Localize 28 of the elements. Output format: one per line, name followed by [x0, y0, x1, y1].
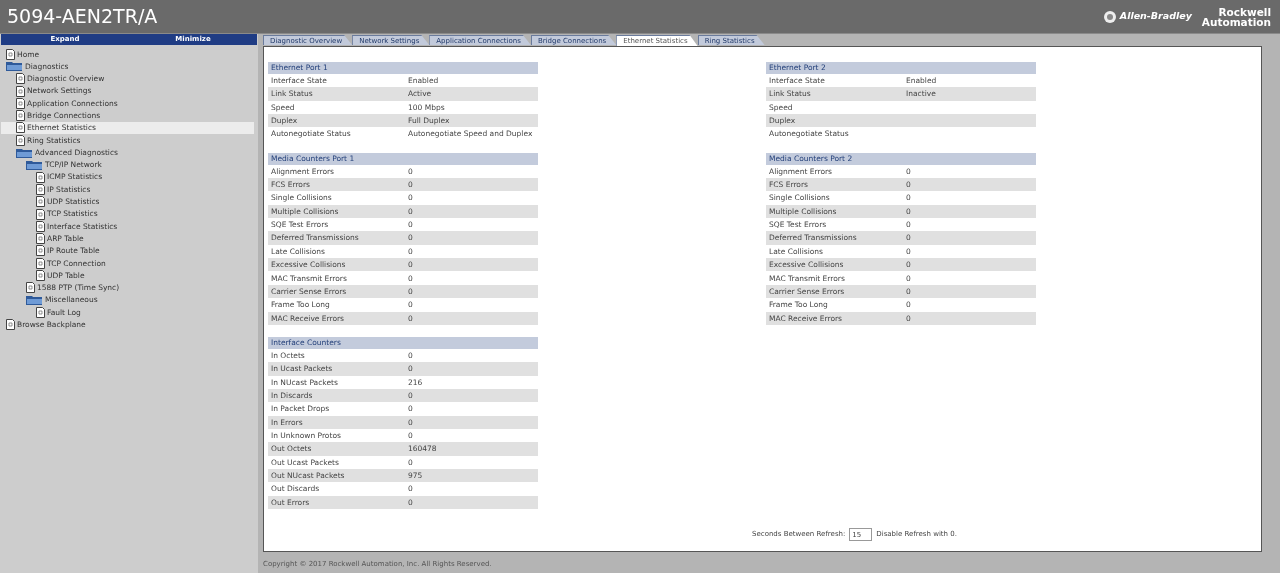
document-icon	[6, 48, 15, 60]
logo-icon	[1103, 10, 1116, 23]
brand-name: Automation	[1201, 16, 1271, 27]
document-icon	[36, 196, 45, 208]
document-icon	[36, 233, 45, 245]
folder-icon	[16, 147, 33, 158]
document-icon	[16, 85, 25, 97]
document-icon	[6, 319, 15, 331]
document-icon	[36, 220, 45, 232]
document-icon	[36, 208, 45, 220]
document-icon	[16, 122, 25, 134]
document-icon	[16, 97, 25, 109]
document-icon	[16, 73, 25, 85]
document-icon	[16, 110, 25, 122]
document-icon	[36, 306, 45, 318]
device-title: 5094-AEN2TR/A	[7, 4, 158, 30]
document-icon	[36, 257, 45, 269]
document-icon	[36, 270, 45, 281]
folder-icon	[26, 295, 43, 306]
document-icon	[36, 245, 45, 257]
brand-name: Rockwell	[1218, 6, 1271, 17]
document-icon	[26, 282, 35, 294]
brand-name: Allen-Bradley	[1119, 9, 1192, 24]
document-icon	[36, 171, 45, 183]
document-icon	[16, 134, 25, 146]
folder-icon	[6, 61, 23, 72]
document-icon	[36, 183, 45, 195]
folder-icon	[26, 159, 43, 170]
